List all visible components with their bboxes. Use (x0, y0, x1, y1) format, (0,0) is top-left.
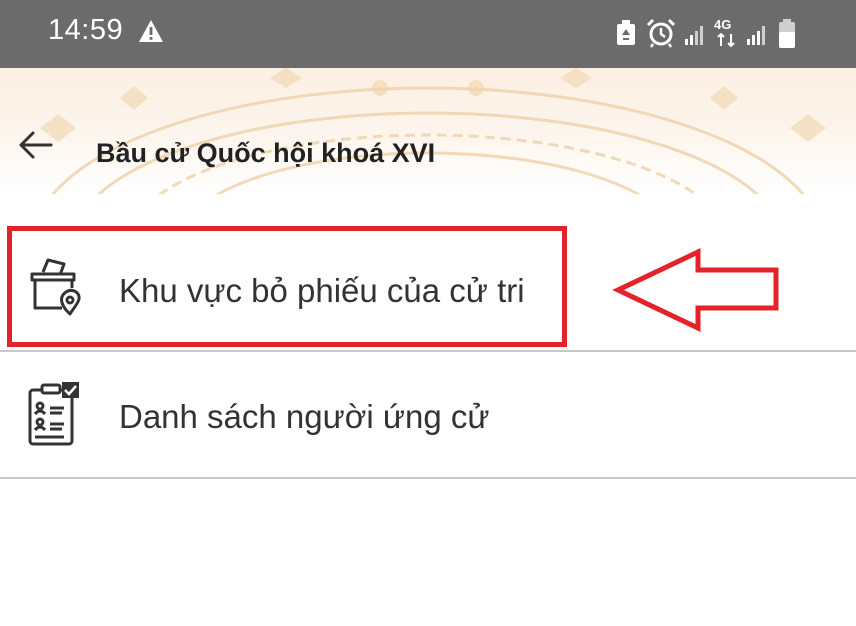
recycle-icon (617, 20, 635, 45)
status-bar: 14:59 4G (0, 0, 856, 68)
alarm-icon (646, 18, 676, 48)
network-4g-icon: 4G (714, 15, 738, 49)
back-arrow-icon[interactable] (18, 130, 54, 160)
candidate-list-icon (28, 382, 79, 446)
menu-item-candidate-list[interactable]: Danh sách người ứng cử (0, 352, 856, 477)
network-4g-label: 4G (714, 17, 732, 32)
status-time: 14:59 (48, 14, 124, 46)
divider (0, 477, 856, 479)
warning-icon (139, 20, 163, 42)
annotation-arrow-icon (612, 248, 779, 332)
signal-icon (747, 26, 765, 45)
menu-item-label: Danh sách người ứng cử (119, 398, 490, 435)
emblem-background-icon (40, 68, 826, 194)
app-header: Bầu cử Quốc hội khoá XVI (0, 68, 856, 194)
battery-icon (779, 19, 795, 48)
menu-item-label: Khu vực bỏ phiếu của cử tri (119, 272, 525, 309)
page-title: Bầu cử Quốc hội khoá XVI (96, 138, 436, 168)
signal-icon (685, 26, 703, 45)
ballot-box-location-icon (30, 258, 81, 316)
